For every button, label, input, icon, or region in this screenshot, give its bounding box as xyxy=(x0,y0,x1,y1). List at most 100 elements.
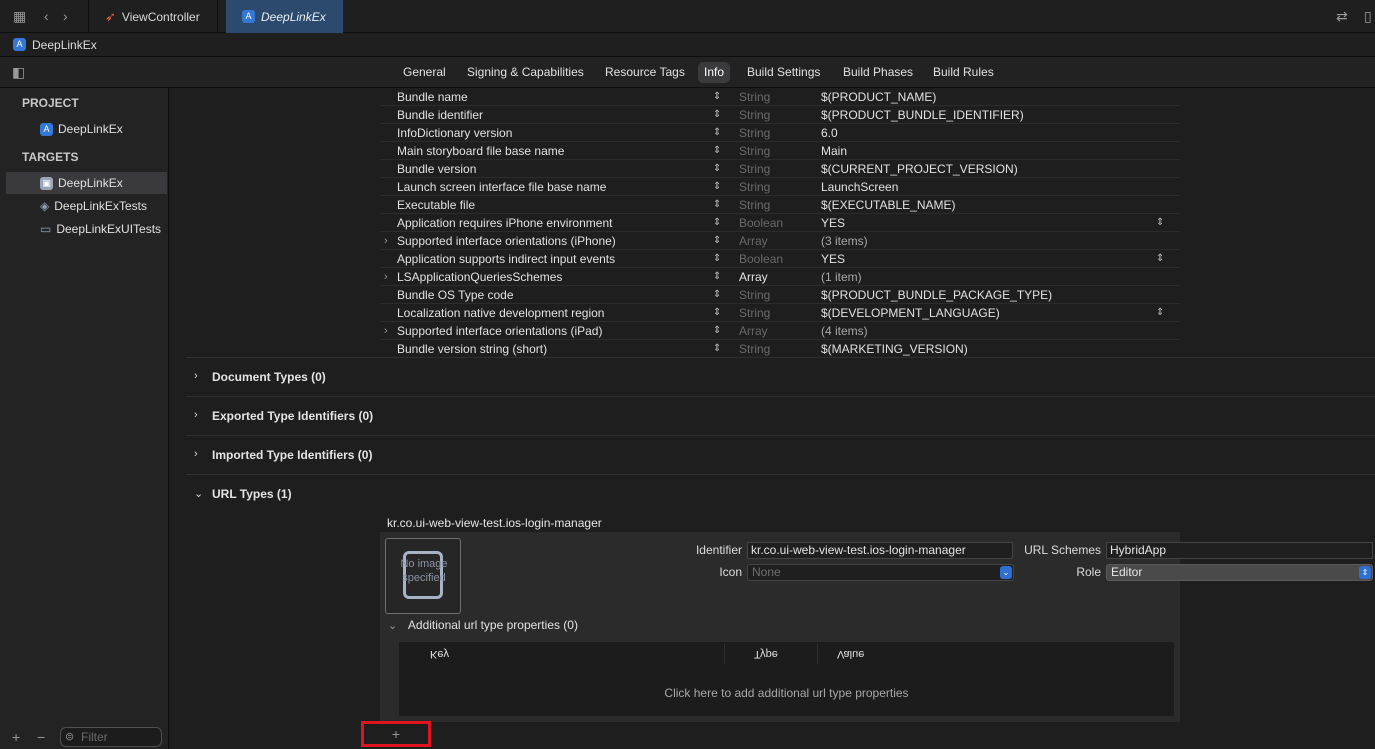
value-popup-icon[interactable]: ⇕ xyxy=(1156,250,1164,268)
key-popup-icon[interactable]: ⇕ xyxy=(713,160,721,178)
info-row-value[interactable]: $(PRODUCT_NAME) xyxy=(821,88,936,106)
add-target-button[interactable]: + xyxy=(12,729,20,745)
info-row[interactable]: InfoDictionary version ⇕ String 6.0 xyxy=(380,124,1180,142)
role-popup[interactable]: Editor ⇕ xyxy=(1106,564,1373,581)
tab-build-settings[interactable]: Build Settings xyxy=(741,62,826,83)
info-row[interactable]: › Supported interface orientations (iPhon… xyxy=(380,232,1180,250)
section-exported-type-identifiers[interactable]: › Exported Type Identifiers (0) xyxy=(186,396,1375,435)
info-row-key[interactable]: Bundle name xyxy=(397,88,468,106)
value-popup-icon[interactable]: ⇕ xyxy=(1156,304,1164,322)
section-imported-type-identifiers[interactable]: › Imported Type Identifiers (0) xyxy=(186,435,1375,474)
grid-icon[interactable]: ▦ xyxy=(13,8,26,24)
key-popup-icon[interactable]: ⇕ xyxy=(713,304,721,322)
filter-field[interactable]: ⊜ Filter xyxy=(60,727,162,747)
key-popup-icon[interactable]: ⇕ xyxy=(713,88,721,106)
key-popup-icon[interactable]: ⇕ xyxy=(713,322,721,340)
sidebar-toggle-icon[interactable]: ◧ xyxy=(12,64,25,80)
key-popup-icon[interactable]: ⇕ xyxy=(713,106,721,124)
info-row-key[interactable]: Bundle version xyxy=(397,160,476,178)
key-popup-icon[interactable]: ⇕ xyxy=(713,268,721,286)
info-row-key[interactable]: Supported interface orientations (iPhone… xyxy=(397,232,616,250)
section-document-types[interactable]: › Document Types (0) xyxy=(186,357,1375,396)
chevron-right-icon[interactable]: › xyxy=(384,232,388,250)
value-popup-icon[interactable]: ⇕ xyxy=(1156,214,1164,232)
info-row-key[interactable]: Bundle identifier xyxy=(397,106,483,124)
info-row-key[interactable]: Application supports indirect input even… xyxy=(397,250,615,268)
tab-general[interactable]: General xyxy=(397,62,452,83)
info-row-value[interactable]: YES xyxy=(821,250,845,268)
info-row[interactable]: › LSApplicationQueriesSchemes ⇕ Array (1 ite… xyxy=(380,268,1180,286)
info-row[interactable]: Application requires iPhone environment ⇕… xyxy=(380,214,1180,232)
info-row-value[interactable]: (1 item) xyxy=(821,268,862,286)
identifier-field[interactable]: kr.co.ui-web-view-test.ios-login-manager xyxy=(747,542,1013,559)
info-row-key[interactable]: Bundle OS Type code xyxy=(397,286,514,304)
info-row-value[interactable]: $(PRODUCT_BUNDLE_PACKAGE_TYPE) xyxy=(821,286,1052,304)
forward-icon[interactable]: › xyxy=(63,8,68,24)
info-row[interactable]: Localization native development region ⇕ S… xyxy=(380,304,1180,322)
remove-target-button[interactable]: − xyxy=(37,729,45,745)
back-icon[interactable]: ‹ xyxy=(44,8,49,24)
column-header-value[interactable]: Value xyxy=(837,648,864,660)
empty-table-message[interactable]: Click here to add additional url type pr… xyxy=(399,686,1174,700)
key-popup-icon[interactable]: ⇕ xyxy=(713,124,721,142)
tab-build-rules[interactable]: Build Rules xyxy=(927,62,1000,83)
info-row-key[interactable]: LSApplicationQueriesSchemes xyxy=(397,268,562,286)
url-schemes-field[interactable]: HybridApp xyxy=(1106,542,1373,559)
info-row-value[interactable]: $(PRODUCT_BUNDLE_IDENTIFIER) xyxy=(821,106,1024,124)
info-row-value[interactable]: (4 items) xyxy=(821,322,868,340)
info-row-key[interactable]: InfoDictionary version xyxy=(397,124,512,142)
info-row[interactable]: Bundle version ⇕ String $(CURRENT_PROJECT_V… xyxy=(380,160,1180,178)
key-popup-icon[interactable]: ⇕ xyxy=(713,286,721,304)
icon-popup[interactable]: None ⌄ xyxy=(747,564,1014,581)
info-row[interactable]: Executable file ⇕ String $(EXECUTABLE_NAME) xyxy=(380,196,1180,214)
add-url-type-button[interactable]: + xyxy=(361,721,431,747)
info-row-key[interactable]: Main storyboard file base name xyxy=(397,142,564,160)
info-row-value[interactable]: $(MARKETING_VERSION) xyxy=(821,340,968,358)
info-row-value[interactable]: YES xyxy=(821,214,845,232)
info-row[interactable]: Bundle version string (short) ⇕ String $(MA… xyxy=(380,340,1180,358)
chevron-right-icon[interactable]: › xyxy=(384,322,388,340)
info-row-value[interactable]: Main xyxy=(821,142,847,160)
sidebar-item-target-app[interactable]: ▣ DeepLinkEx xyxy=(6,172,167,194)
key-popup-icon[interactable]: ⇕ xyxy=(713,232,721,250)
info-row-value[interactable]: $(DEVELOPMENT_LANGUAGE) xyxy=(821,304,1000,322)
info-row[interactable]: › Supported interface orientations (iPad)… xyxy=(380,322,1180,340)
sidebar-item-project[interactable]: A DeepLinkEx xyxy=(6,118,167,140)
info-row[interactable]: Bundle OS Type code ⇕ String $(PRODUCT_BUND… xyxy=(380,286,1180,304)
key-popup-icon[interactable]: ⇕ xyxy=(713,196,721,214)
info-row-value[interactable]: $(EXECUTABLE_NAME) xyxy=(821,196,955,214)
tab-signing-capabilities[interactable]: Signing & Capabilities xyxy=(461,62,590,83)
column-header-type[interactable]: Type xyxy=(754,648,778,660)
key-popup-icon[interactable]: ⇕ xyxy=(713,142,721,160)
inspector-toggle-icon[interactable]: ▯ xyxy=(1364,8,1372,24)
info-row-value[interactable]: 6.0 xyxy=(821,124,838,142)
column-header-key[interactable]: Key xyxy=(430,648,449,660)
chevron-right-icon[interactable]: › xyxy=(384,268,388,286)
info-row-key[interactable]: Launch screen interface file base name xyxy=(397,178,606,196)
key-popup-icon[interactable]: ⇕ xyxy=(713,250,721,268)
info-row-value[interactable]: LaunchScreen xyxy=(821,178,898,196)
info-row-value[interactable]: $(CURRENT_PROJECT_VERSION) xyxy=(821,160,1018,178)
additional-properties-table[interactable]: Key Type Value Click here to add additio… xyxy=(399,642,1174,716)
additional-properties-toggle[interactable]: ⌄ Additional url type properties (0) xyxy=(388,618,578,632)
jump-bar-project[interactable]: DeepLinkEx xyxy=(32,38,97,52)
info-row[interactable]: Main storyboard file base name ⇕ String Mai… xyxy=(380,142,1180,160)
tab-resource-tags[interactable]: Resource Tags xyxy=(599,62,691,83)
tab-deeplinkex[interactable]: A DeepLinkEx xyxy=(226,0,343,33)
info-row[interactable]: Bundle name ⇕ String $(PRODUCT_NAME) xyxy=(380,88,1180,106)
info-row[interactable]: Launch screen interface file base name ⇕ S… xyxy=(380,178,1180,196)
url-type-image-well[interactable]: No image specified xyxy=(385,538,461,614)
key-popup-icon[interactable]: ⇕ xyxy=(713,178,721,196)
tab-build-phases[interactable]: Build Phases xyxy=(837,62,919,83)
info-row-key[interactable]: Bundle version string (short) xyxy=(397,340,547,358)
sidebar-item-target-uitests[interactable]: ▭ DeepLinkExUITests xyxy=(6,218,167,240)
info-row-key[interactable]: Localization native development region xyxy=(397,304,604,322)
key-popup-icon[interactable]: ⇕ xyxy=(713,340,721,358)
info-row-value[interactable]: (3 items) xyxy=(821,232,868,250)
info-row-key[interactable]: Application requires iPhone environment xyxy=(397,214,612,232)
info-row[interactable]: Application supports indirect input even… xyxy=(380,250,1180,268)
sidebar-item-target-tests[interactable]: ◈ DeepLinkExTests xyxy=(6,195,167,217)
info-row[interactable]: Bundle identifier ⇕ String $(PRODUCT_BUNDLE… xyxy=(380,106,1180,124)
section-url-types[interactable]: ⌄ URL Types (1) xyxy=(186,474,1375,513)
tab-info[interactable]: Info xyxy=(698,62,731,83)
